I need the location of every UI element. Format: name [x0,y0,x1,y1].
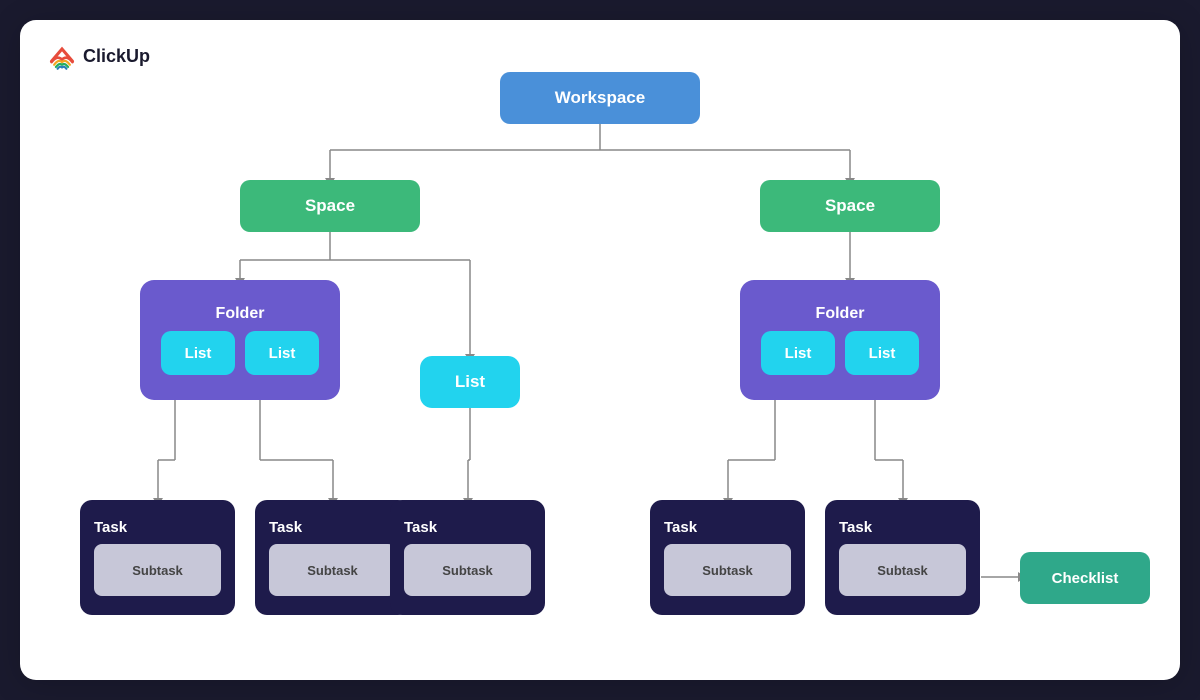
standalone-list-label: List [455,372,485,392]
workspace-label: Workspace [555,88,645,108]
task-5-label: Task [839,519,872,536]
task-3-node: Task Subtask [390,500,545,615]
space-left-label: Space [305,196,355,216]
folder-right-list-2: List [845,331,919,375]
checklist-node: Checklist [1020,552,1150,604]
clickup-logo-icon [48,42,76,70]
subtask-4-label: Subtask [702,563,753,578]
task-3-label: Task [404,519,437,536]
task-5-node: Task Subtask [825,500,980,615]
task-4-node: Task Subtask [650,500,805,615]
folder-right-node: Folder List List [740,280,940,400]
space-right-node: Space [760,180,940,232]
task-2-node: Task Subtask [255,500,410,615]
subtask-2-label: Subtask [307,563,358,578]
subtask-1-box: Subtask [94,544,221,596]
folder-left-list-2: List [245,331,319,375]
space-left-node: Space [240,180,420,232]
subtask-1-label: Subtask [132,563,183,578]
task-1-label: Task [94,519,127,536]
subtask-4-box: Subtask [664,544,791,596]
folder-right-list-1: List [761,331,835,375]
logo: ClickUp [48,42,150,70]
folder-left-lists: List List [154,331,326,375]
space-right-label: Space [825,196,875,216]
standalone-list-node: List [420,356,520,408]
task-2-label: Task [269,519,302,536]
task-1-node: Task Subtask [80,500,235,615]
folder-left-node: Folder List List [140,280,340,400]
subtask-5-box: Subtask [839,544,966,596]
folder-right-lists: List List [754,331,926,375]
subtask-3-label: Subtask [442,563,493,578]
workspace-node: Workspace [500,72,700,124]
main-card: ClickUp [20,20,1180,680]
subtask-5-label: Subtask [877,563,928,578]
folder-left-label: Folder [154,305,326,323]
task-4-label: Task [664,519,697,536]
app-name: ClickUp [83,46,150,67]
folder-left-list-1: List [161,331,235,375]
folder-right-label: Folder [754,305,926,323]
subtask-3-box: Subtask [404,544,531,596]
subtask-2-box: Subtask [269,544,396,596]
checklist-label: Checklist [1052,570,1119,587]
